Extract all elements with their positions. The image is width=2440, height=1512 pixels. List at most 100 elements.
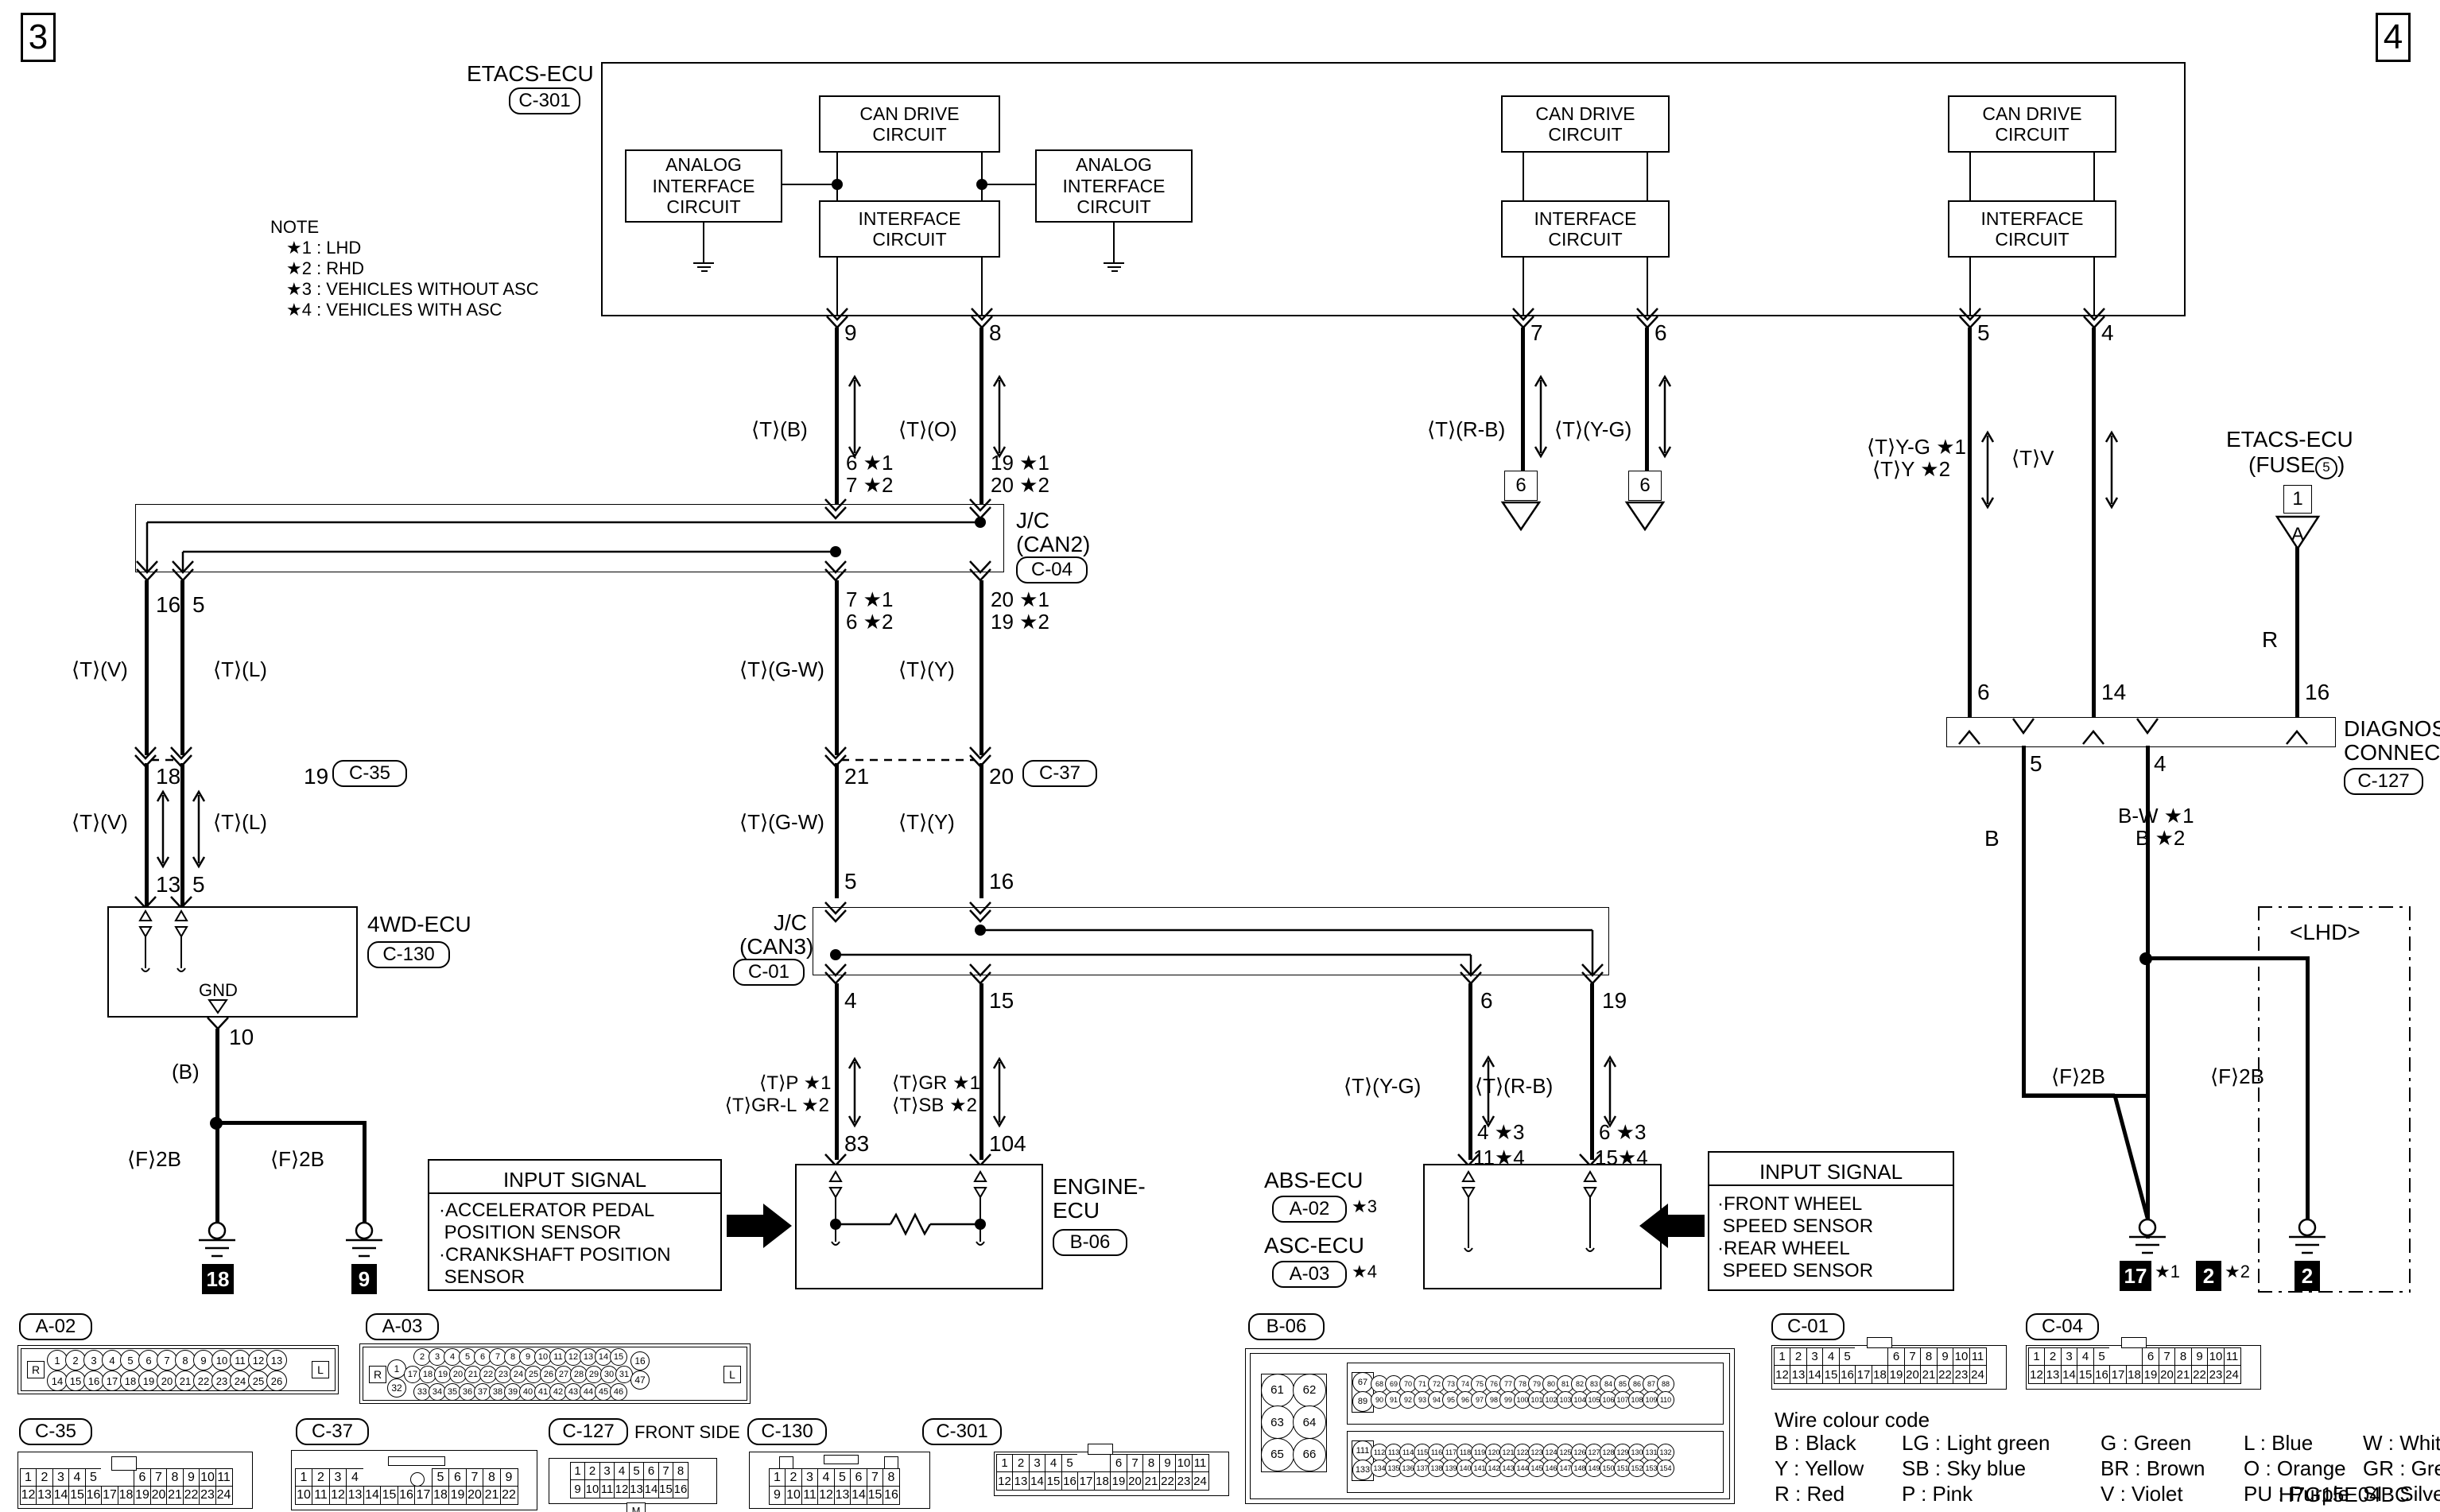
connector-pin: 15: [380, 1486, 398, 1505]
connector-pin: 15: [866, 1486, 884, 1505]
c301-view-label: C-301: [922, 1418, 1002, 1445]
connector-pin: 7: [149, 1467, 168, 1487]
connector-pin: 17: [1077, 1471, 1095, 1491]
pin-row: 2 3 4 5 6 7 8 9 10 11 12: [65, 1350, 269, 1370]
b06-upper-pin-grid: 67 89 68 69 70 71 72 73 74 75 76 77 78 79 80 81 82 83 84 85…: [1352, 1371, 1674, 1413]
connector-pin: 12: [817, 1486, 835, 1505]
a03-right-mark: L: [723, 1366, 741, 1383]
connector-pin: 15: [1045, 1471, 1062, 1491]
connector-pin-blank: [117, 1467, 135, 1487]
pin-row: 1234 56789: [294, 1467, 518, 1487]
connector-pin: 4: [1822, 1347, 1840, 1367]
connector-pin: 1: [768, 1467, 786, 1487]
connector-pin: 4: [2077, 1347, 2094, 1367]
connector-pin: 3: [599, 1461, 615, 1481]
connector-pin: 5: [431, 1467, 450, 1487]
connector-pin: 10: [584, 1479, 600, 1498]
connector-pin: 4: [817, 1467, 835, 1487]
connector-pin: 65: [1260, 1437, 1294, 1471]
connector-pin: 5: [833, 1467, 851, 1487]
pin-row: 1 2 3 4 5 6 7 8 9 10 11: [995, 1453, 1209, 1473]
pin-row: 9 10 11 12 13 14 15 16: [569, 1479, 689, 1498]
connector-pin: 12: [995, 1471, 1014, 1491]
c35-latch-tab: [111, 1456, 137, 1471]
connector-pin: 110: [1657, 1390, 1674, 1409]
wire-colour-entry: B : Black: [1775, 1431, 1856, 1455]
connector-pin: 22: [499, 1486, 518, 1505]
connector-pin-blank: [363, 1467, 382, 1487]
connector-pin: 132: [1657, 1443, 1674, 1461]
connector-pin: 4: [1045, 1453, 1062, 1473]
connector-pin: 20: [1903, 1365, 1922, 1384]
pin-row: 12345678: [768, 1467, 900, 1487]
connector-pin: 13: [833, 1486, 851, 1505]
connector-pin: 5: [1838, 1347, 1856, 1367]
connector-pin: 10: [294, 1486, 313, 1505]
connector-pin: 6: [134, 1467, 151, 1487]
connector-pin: 9: [768, 1486, 786, 1505]
connector-pin: 14: [643, 1479, 659, 1498]
connector-pin: 9: [569, 1479, 586, 1498]
connector-pin: 17: [1855, 1365, 1872, 1384]
connector-pin: 20: [465, 1486, 484, 1505]
connector-pin: 24: [1969, 1365, 1987, 1384]
connector-pin-blank: [1871, 1347, 1889, 1367]
ground-17-note: ★1: [2155, 1262, 2180, 1281]
connector-pin: 16: [673, 1479, 689, 1498]
connector-pin-blank: [1093, 1453, 1111, 1473]
connector-pin: 10: [1953, 1347, 1970, 1367]
a02-pin-grid: 1 14 2 3 4 5 6 7 8 9 10 11 12 15 16 17 18 19 20 21 22 23 24 25 1…: [47, 1350, 287, 1391]
connector-pin: 6: [1110, 1453, 1127, 1473]
a02-right-mark: L: [312, 1361, 329, 1378]
connector-pin: 23: [1175, 1471, 1193, 1491]
connector-pin: 23: [199, 1486, 216, 1505]
connector-pin: 13: [2044, 1365, 2062, 1384]
lhd-label: <LHD>: [2290, 920, 2360, 944]
pin-grid-body: 2 3 4 5 6 7 8 9 10 11 12 15 16 17 18 19 20 21 22 23 24 25: [65, 1350, 269, 1391]
pin-row: 1 2 3 4 5 6 7 8 9 10 11: [2027, 1347, 2241, 1367]
c35-pin-grid: 1 2 3 4 5 6 7 8 9 10 11 12 13 14 15 16 17 18 19 20 21 22 23 24: [19, 1467, 233, 1505]
connector-pin: 21: [1920, 1365, 1938, 1384]
c130-latch-left: [779, 1456, 793, 1469]
pin-row: 61 62: [1260, 1373, 1326, 1407]
c37-latch-tab: [388, 1456, 445, 1466]
connector-pin: 8: [483, 1467, 501, 1487]
pin-row: 33 34 35 36 37 38 39 40 41 42 43 44 45 46: [413, 1383, 633, 1401]
connector-pin: 5: [1061, 1453, 1079, 1473]
connector-pin: 16: [84, 1486, 103, 1505]
connector-pin: 12: [19, 1486, 37, 1505]
connector-pin: 63: [1260, 1405, 1294, 1439]
connector-pin: 19: [1887, 1365, 1905, 1384]
connector-pin: 46: [610, 1383, 627, 1401]
connector-pin: 7: [658, 1461, 674, 1481]
connector-pin: 6: [850, 1467, 867, 1487]
c01-latch-tab: [1867, 1337, 1892, 1348]
lhd-region-box: [2256, 905, 2412, 1294]
connector-pin: 8: [883, 1467, 900, 1487]
pin-column: 16 47: [630, 1351, 650, 1390]
connector-pin: 9: [1936, 1347, 1954, 1367]
wire-colour-entry: L : Blue: [2244, 1431, 2314, 1455]
c301-latch-tab: [1088, 1444, 1113, 1455]
pin-grid-body: 2 3 4 5 6 7 8 9 10 11 12 13 14 15 17 18 19 20 21 22 23 24 25 26…: [404, 1348, 633, 1401]
connector-pin: 2: [36, 1467, 53, 1487]
connector-pin: 61: [1260, 1373, 1294, 1407]
c130-latch-right: [884, 1456, 898, 1469]
connector-pin: 3: [2060, 1347, 2078, 1367]
connector-pin: 21: [166, 1486, 184, 1505]
b06-view-label: B-06: [1248, 1313, 1325, 1340]
a03-left-mark: R: [369, 1366, 386, 1383]
c127-pin-grid: 1 2 3 4 5 6 7 8 9 10 11 12 13 14 15 16: [569, 1461, 689, 1498]
c37-center-circle: [410, 1472, 425, 1487]
connector-pin: 3: [1028, 1453, 1046, 1473]
connector-pin: 8: [1920, 1347, 1938, 1367]
connector-pin: 16: [2093, 1365, 2111, 1384]
connector-pin-blank: [380, 1467, 398, 1487]
pin-row: 15 16 17 18 19 20 21 22 23 24 25: [65, 1370, 269, 1391]
connector-pin: 18: [117, 1486, 135, 1505]
connector-pin: 14: [850, 1486, 867, 1505]
connector-pin: 17: [414, 1486, 433, 1505]
connector-pin: 7: [1903, 1347, 1922, 1367]
connector-pin: 22: [1936, 1365, 1954, 1384]
connector-pin: 5: [84, 1467, 103, 1487]
